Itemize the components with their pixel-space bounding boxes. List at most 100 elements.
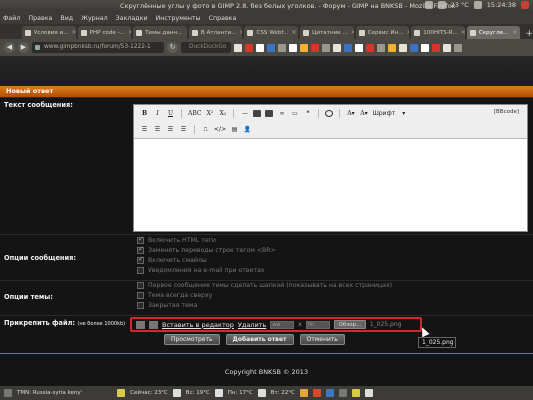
browse-button[interactable]: Обзор... — [333, 320, 366, 329]
close-icon[interactable]: × — [128, 29, 131, 36]
bookmark-icon[interactable] — [289, 43, 297, 52]
option-smiles[interactable]: Включить смайлы — [137, 255, 207, 264]
tab-6[interactable]: Цитатник ... × — [300, 26, 354, 39]
bookmark-icon[interactable] — [443, 43, 451, 52]
app-icon[interactable] — [312, 389, 321, 397]
bookmark-icon[interactable] — [256, 43, 264, 52]
font-select[interactable]: Шрифт — [372, 110, 395, 117]
menu-help[interactable]: Справка — [209, 15, 237, 22]
superscript-button[interactable]: X² — [205, 109, 214, 118]
close-icon[interactable]: × — [512, 29, 517, 36]
image-icon[interactable] — [253, 110, 262, 117]
tab-2[interactable]: PHP code -... × — [77, 26, 132, 39]
close-icon[interactable]: × — [461, 29, 465, 36]
insert-into-editor-link[interactable]: Вставить в редактор — [162, 321, 234, 329]
close-icon[interactable]: × — [72, 29, 76, 36]
bookmark-icon[interactable] — [421, 43, 429, 52]
bold-button[interactable]: B — [140, 109, 149, 118]
app-icon[interactable] — [325, 389, 334, 397]
menu-bookmarks[interactable]: Закладки — [116, 15, 148, 22]
app-icon[interactable] — [364, 389, 373, 397]
forward-icon[interactable]: ▶ — [18, 42, 29, 53]
clock[interactable]: 15:24:38 — [487, 1, 516, 9]
code-button[interactable]: ▭ — [290, 109, 299, 118]
bookmark-icon[interactable] — [278, 43, 286, 52]
video-icon[interactable] — [265, 110, 274, 117]
option-pin-first[interactable]: Первое сообщение темы сделать шапкой (по… — [137, 282, 392, 289]
menu-tools[interactable]: Инструменты — [156, 15, 201, 22]
close-icon[interactable]: × — [185, 29, 186, 36]
new-tab-icon[interactable]: + — [525, 29, 533, 39]
close-icon[interactable]: × — [407, 29, 410, 36]
tab-5[interactable]: CSS Webf... × — [244, 26, 299, 39]
reload-icon[interactable]: ↻ — [167, 42, 178, 53]
tab-3[interactable]: Темы данн...× — [133, 26, 187, 39]
option-html[interactable]: Включить HTML теги — [137, 235, 216, 244]
text-size-button[interactable]: A▾ — [359, 109, 368, 118]
close-icon[interactable]: × — [239, 29, 242, 36]
show-desktop-icon[interactable] — [4, 389, 12, 397]
bookmark-icon[interactable] — [432, 43, 440, 52]
link-button[interactable]: ∞ — [277, 109, 286, 118]
checkbox[interactable] — [137, 235, 144, 244]
hr-button[interactable]: — — [240, 109, 249, 118]
hide-button[interactable]: ⎍ — [201, 125, 210, 134]
close-icon[interactable]: × — [351, 29, 354, 36]
bookmark-icon[interactable] — [322, 43, 330, 52]
delete-link[interactable]: Удалить — [238, 321, 266, 329]
option-sticky[interactable]: Тема всегда сверху — [137, 292, 212, 299]
firefox-icon[interactable] — [299, 389, 308, 397]
menu-file[interactable]: Файл — [3, 15, 20, 22]
bookmark-icon[interactable] — [355, 43, 363, 52]
bookmark-icon[interactable] — [399, 43, 407, 52]
mail-icon[interactable] — [424, 1, 433, 9]
width-input[interactable]: ww — [270, 320, 295, 329]
option-email[interactable]: Уведомления на e-mail при ответах — [137, 267, 264, 274]
bookmark-icon[interactable] — [366, 43, 374, 52]
app-icon[interactable] — [351, 389, 360, 397]
table-button[interactable]: ▤ — [230, 125, 239, 134]
app-icon[interactable] — [338, 389, 347, 397]
back-icon[interactable]: ◀ — [4, 42, 15, 53]
align-right-icon[interactable]: ☰ — [166, 125, 175, 134]
tab-8[interactable]: 100HITS-R... × — [411, 26, 465, 39]
checkbox[interactable] — [137, 255, 144, 264]
bookmark-icon[interactable] — [388, 43, 396, 52]
bookmark-icon[interactable] — [410, 43, 418, 52]
underline-button[interactable]: U — [166, 109, 175, 118]
bookmark-icon[interactable] — [234, 43, 242, 52]
quote-button[interactable]: ❝ — [303, 109, 312, 118]
network-icon[interactable] — [437, 1, 446, 9]
bookmark-icon[interactable] — [300, 43, 308, 52]
close-icon[interactable]: × — [291, 29, 296, 36]
checkbox[interactable] — [137, 267, 144, 274]
justify-icon[interactable]: ☰ — [179, 125, 188, 134]
text-color-button[interactable]: A▾ — [346, 109, 355, 118]
bookmark-icon[interactable] — [377, 43, 385, 52]
chevron-down-icon[interactable]: ▾ — [399, 109, 408, 118]
power-icon[interactable] — [521, 1, 529, 9]
subscript-button[interactable]: X₂ — [218, 109, 227, 118]
tab-4[interactable]: В Атланти... × — [188, 26, 243, 39]
bookmark-icon[interactable] — [333, 43, 341, 52]
file-icon[interactable] — [149, 320, 158, 329]
option-closed[interactable]: Закрытая тема — [137, 302, 197, 309]
tab-7[interactable]: Сервис Ин... × — [355, 26, 410, 39]
tab-1[interactable]: Условия и... × — [22, 26, 76, 39]
bookmark-icon[interactable] — [311, 43, 319, 52]
smiley-icon[interactable] — [325, 110, 334, 117]
strike-button[interactable]: ABC — [188, 109, 201, 118]
url-field[interactable]: www.gimpbnksb.ru/forum/53-1222-1 — [32, 42, 164, 53]
align-center-icon[interactable]: ☰ — [153, 125, 162, 134]
bookmark-icon[interactable] — [454, 43, 462, 52]
remove-icon[interactable] — [136, 320, 145, 329]
menu-view[interactable]: Вид — [60, 15, 73, 22]
submit-button[interactable]: Добавить ответ — [225, 334, 294, 345]
tmn-ticker[interactable]: TMN: Russia-syria keny' — [17, 390, 82, 396]
option-br[interactable]: Заменять переводы строк тегом <BR> — [137, 245, 276, 254]
cancel-button[interactable]: Отменить — [299, 334, 345, 345]
bookmark-icon[interactable] — [344, 43, 352, 52]
italic-button[interactable]: I — [153, 109, 162, 118]
checkbox[interactable] — [137, 302, 144, 309]
user-icon[interactable]: 👤 — [243, 125, 252, 134]
